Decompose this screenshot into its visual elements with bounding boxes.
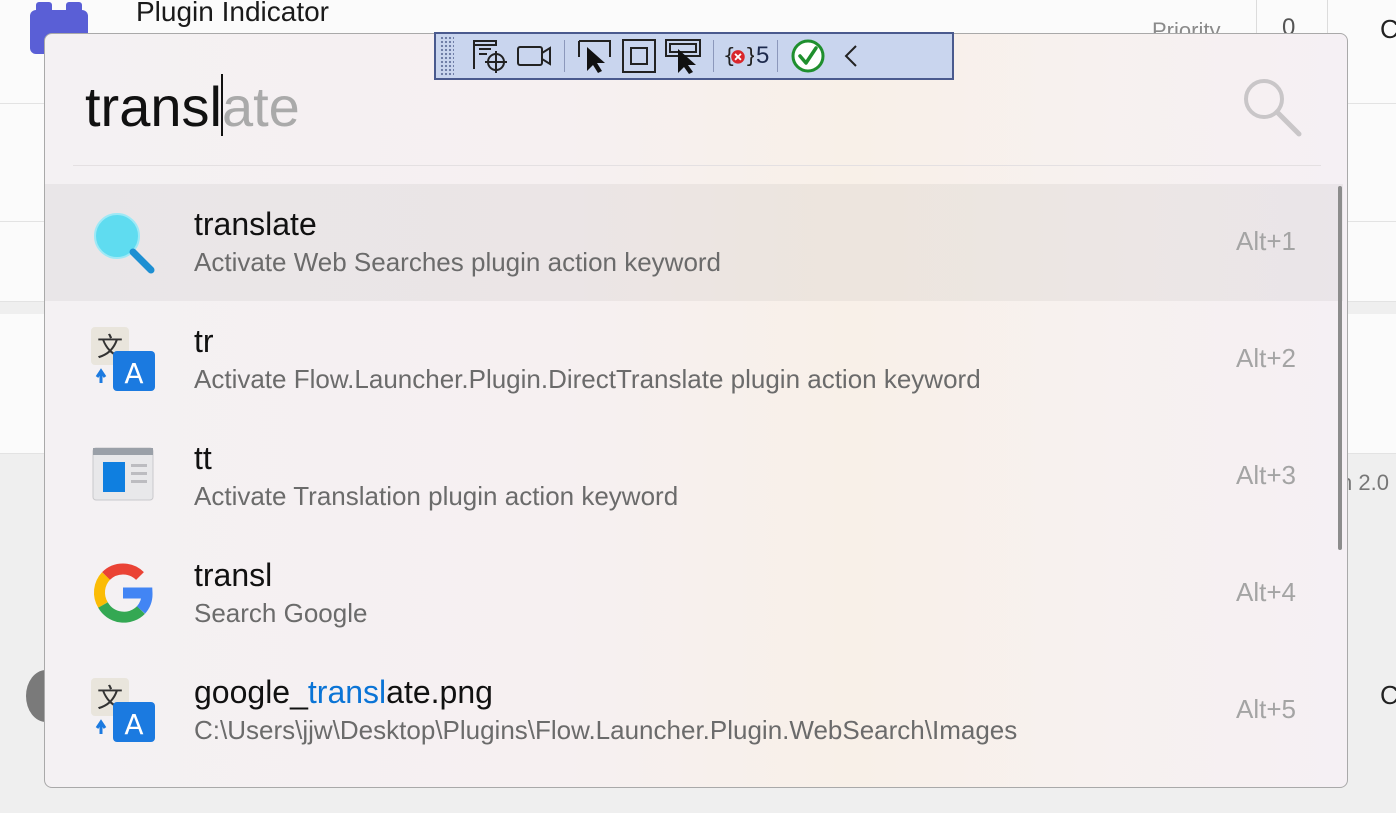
live-visual-tree-button[interactable] (468, 34, 512, 78)
query-suggestion: ate (221, 75, 300, 138)
result-hotkey: Alt+4 (1236, 577, 1296, 607)
query-input[interactable]: translate (85, 72, 300, 142)
select-pointer-icon (578, 40, 611, 73)
title-match-highlight: transl (307, 674, 387, 710)
results-list: translate Activate Web Searches plugin a… (45, 184, 1343, 769)
google-icon (94, 563, 153, 623)
select-element-button[interactable] (573, 34, 617, 78)
svg-text:A: A (124, 357, 143, 390)
video-camera-icon (517, 46, 551, 66)
result-hotkey: Alt+1 (1236, 226, 1296, 256)
query-typed-text: transl (85, 75, 222, 138)
result-item[interactable]: 文 A tr Activate Flow.Launcher.Plugin.Dir… (45, 301, 1343, 418)
result-subtitle: Search Google (194, 598, 368, 628)
result-title: translate (194, 206, 317, 242)
toolbar-grip-handle[interactable] (440, 36, 454, 76)
debug-toolbar: { } 5 (434, 32, 954, 80)
translate-icon: 文 A (91, 678, 155, 742)
translate-icon: 文 A (91, 327, 155, 391)
binding-error-icon: { } (723, 44, 754, 68)
result-title: transl (194, 557, 273, 593)
row-trailing-text: C (1380, 14, 1396, 44)
toolbar-separator (713, 40, 714, 72)
result-title: tr (194, 323, 214, 359)
result-subtitle: Activate Flow.Launcher.Plugin.DirectTran… (194, 364, 981, 394)
binding-failure-count: 5 (756, 42, 770, 69)
plugin-title: Plugin Indicator (136, 0, 330, 27)
collapse-toolbar-button[interactable] (830, 34, 874, 78)
results-scrollbar[interactable] (1338, 186, 1342, 550)
record-button[interactable] (512, 34, 556, 78)
result-title: tt (194, 440, 212, 476)
search-icon (1244, 79, 1302, 137)
svg-text:A: A (124, 708, 143, 741)
magnifier-icon (94, 213, 155, 274)
svg-text:}: } (745, 44, 754, 68)
result-item[interactable]: tt Activate Translation plugin action ke… (45, 418, 1343, 535)
row-trailing-text: C (1380, 680, 1396, 710)
result-item[interactable]: translate Activate Web Searches plugin a… (45, 184, 1343, 301)
result-subtitle: Activate Translation plugin action keywo… (194, 481, 679, 511)
result-title: google_translate.png (194, 672, 493, 712)
window-app-icon (92, 447, 154, 501)
result-subtitle: C:\Users\jjw\Desktop\Plugins\Flow.Launch… (194, 715, 1018, 745)
binding-failures-button[interactable]: { } (722, 34, 754, 78)
visual-tree-target-icon (473, 40, 507, 73)
result-hotkey: Alt+5 (1236, 694, 1296, 724)
query-divider (73, 165, 1321, 166)
toolbar-separator (777, 40, 779, 72)
result-subtitle: Activate Web Searches plugin action keyw… (194, 247, 722, 277)
result-item[interactable]: transl Search Google Alt+4 (45, 535, 1343, 652)
title-prefix: google_ (194, 674, 308, 710)
adorner-square-icon (622, 39, 656, 73)
check-circle-icon (791, 39, 825, 73)
hot-reload-status-button[interactable] (786, 34, 830, 78)
track-focus-icon (665, 39, 701, 74)
launcher-window: translate translate Activate Web Searche… (44, 33, 1348, 788)
result-hotkey: Alt+2 (1236, 343, 1296, 373)
title-suffix: ate.png (386, 674, 493, 710)
chevron-left-icon (844, 45, 858, 67)
toolbar-separator (564, 40, 565, 72)
result-hotkey: Alt+3 (1236, 460, 1296, 490)
track-focus-button[interactable] (661, 34, 705, 78)
result-item[interactable]: 文 A google_translate.png C:\Users\jjw\De… (45, 652, 1343, 769)
display-adorners-button[interactable] (617, 34, 661, 78)
